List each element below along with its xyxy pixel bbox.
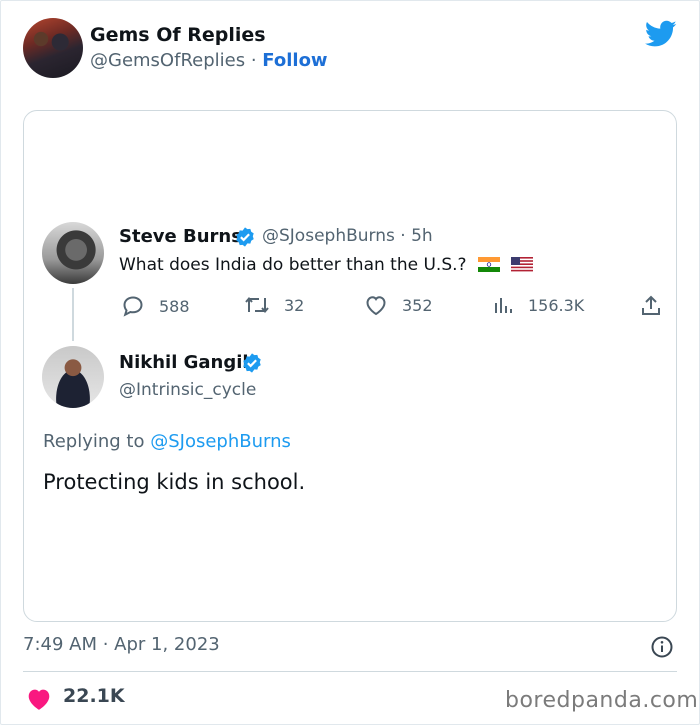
verified-badge-icon (236, 227, 254, 247)
quoted-author-avatar[interactable] (42, 222, 104, 284)
tweet-timestamp[interactable]: 7:49 AM · Apr 1, 2023 (23, 634, 220, 655)
quoted-author-handle[interactable]: @SJosephBurns (262, 226, 395, 246)
reply-count: 588 (159, 296, 190, 316)
watermark: boredpanda.com (505, 688, 699, 713)
views-action[interactable]: 156.3K (492, 294, 584, 316)
quoted-tweet-text-line: What does India do better than the U.S.? (119, 255, 534, 275)
author-handle-line: @GemsOfReplies · Follow (90, 50, 328, 71)
heart-outline-icon (366, 296, 386, 316)
reply-icon (123, 296, 143, 317)
handle-separator: · (250, 50, 257, 71)
share-icon[interactable] (640, 294, 662, 318)
quoted-tweet-text: What does India do better than the U.S.? (119, 255, 467, 275)
like-count-quoted: 352 (402, 295, 433, 315)
quoted-time[interactable]: 5h (411, 226, 433, 246)
quoted-meta: @SJosephBurns · 5h (262, 226, 433, 246)
views-chart-icon (495, 298, 512, 313)
reply-action[interactable]: 588 (121, 294, 190, 318)
retweet-action[interactable]: 32 (244, 294, 304, 316)
meta-separator: · (400, 226, 406, 246)
replying-to-label: Replying to (43, 431, 145, 452)
author-handle[interactable]: @GemsOfReplies (90, 50, 245, 71)
author-avatar[interactable] (23, 18, 83, 78)
reply-author-handle[interactable]: @Intrinsic_cycle (119, 380, 256, 400)
footer-divider (23, 671, 677, 672)
views-count: 156.3K (528, 295, 585, 315)
reply-author-name[interactable]: Nikhil Gangil (119, 352, 249, 373)
reply-text: Protecting kids in school. (43, 470, 306, 494)
author-name[interactable]: Gems Of Replies (90, 24, 266, 46)
reply-author-avatar[interactable] (42, 346, 104, 408)
retweet-icon (245, 296, 269, 314)
replying-to-mention[interactable]: @SJosephBurns (150, 431, 291, 452)
quoted-author-name[interactable]: Steve Burns (119, 226, 242, 247)
india-flag-icon (477, 257, 500, 272)
retweet-count: 32 (284, 295, 305, 315)
verified-badge-icon (243, 353, 261, 373)
info-icon[interactable] (650, 635, 674, 659)
twitter-bird-icon[interactable] (645, 20, 677, 48)
like-count[interactable]: 22.1K (63, 685, 125, 707)
replying-to-line: Replying to @SJosephBurns (43, 431, 291, 452)
us-flag-icon (511, 257, 534, 272)
follow-button[interactable]: Follow (262, 50, 327, 71)
thread-line (72, 288, 74, 341)
like-action[interactable]: 352 (364, 294, 433, 316)
heart-filled-icon[interactable] (26, 687, 52, 711)
